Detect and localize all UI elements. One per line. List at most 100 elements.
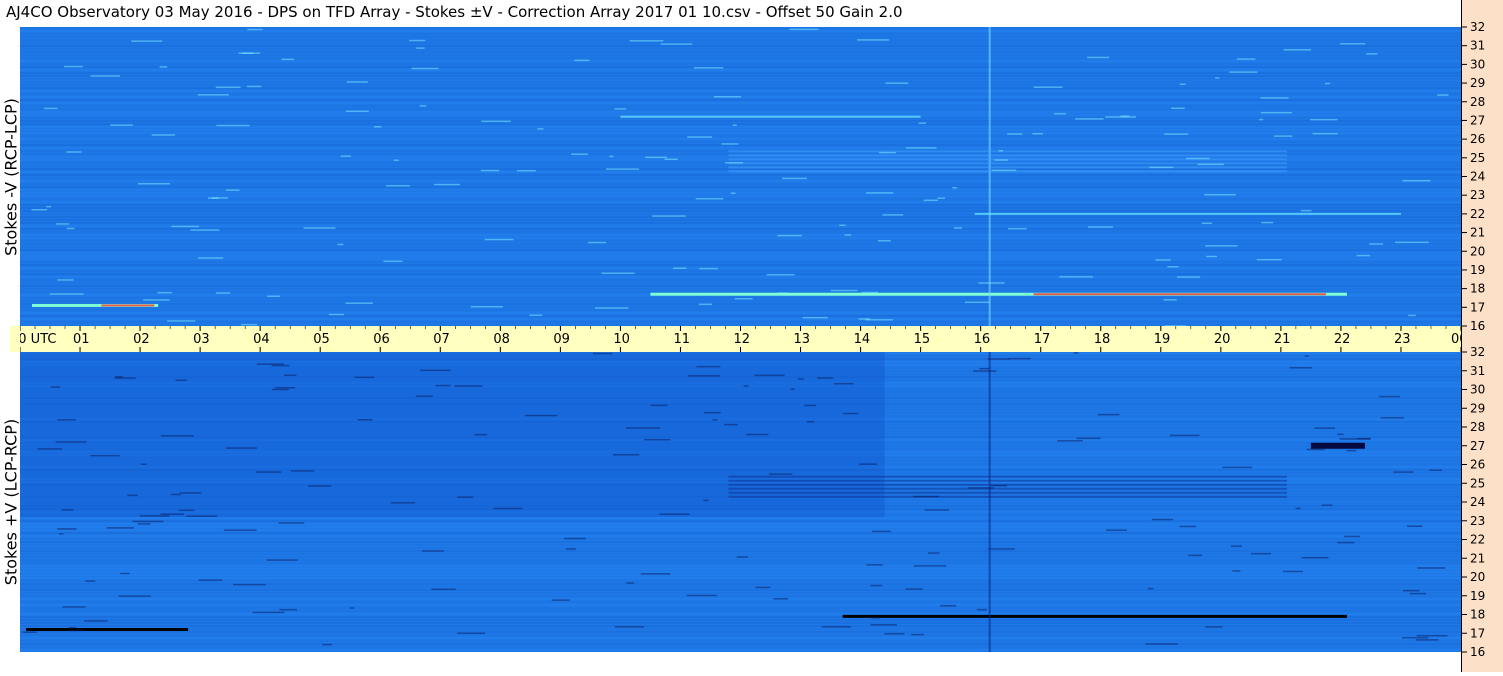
texture-band: [20, 601, 1461, 603]
texture-band: [20, 517, 1461, 519]
noise-speck: [830, 289, 858, 292]
noise-speck: [1346, 449, 1357, 452]
noise-speck: [340, 155, 351, 157]
texture-band: [20, 198, 1461, 200]
noise-speck: [64, 65, 83, 68]
noise-speck: [914, 565, 947, 567]
noise-speck: [1088, 226, 1113, 228]
texture-band: [20, 300, 1461, 302]
noise-speck: [1188, 554, 1203, 557]
noise-speck: [698, 303, 713, 306]
freq-tick-label: 30: [1470, 383, 1485, 397]
noise-speck: [937, 197, 945, 199]
noise-speck: [1300, 209, 1312, 212]
noise-speck: [856, 39, 890, 41]
texture-band: [20, 123, 1461, 125]
noise-speck: [609, 155, 614, 158]
noise-speck: [175, 379, 187, 382]
freq-tick-label: 18: [1470, 282, 1485, 296]
noise-speck: [1417, 567, 1446, 569]
noise-speck: [225, 447, 257, 449]
texture-band: [20, 526, 1461, 528]
noise-speck: [179, 492, 202, 494]
noise-speck: [49, 293, 84, 295]
noise-speck: [303, 227, 336, 229]
time-tick-label: 23: [1394, 332, 1411, 347]
noise-speck: [1205, 245, 1238, 247]
noise-speck: [987, 358, 1010, 360]
noise-speck: [571, 153, 588, 155]
noise-speck: [160, 513, 184, 515]
texture-band: [20, 267, 1461, 269]
noise-speck: [1366, 53, 1378, 55]
noise-speck: [913, 495, 940, 498]
texture-band: [20, 282, 1461, 284]
noise-speck: [131, 40, 163, 42]
noise-speck: [420, 369, 451, 372]
texture-band: [20, 78, 1461, 80]
time-axis: 00 UTC 01 02 03 04 05 06 07 08 09 10 11 12 13 14 15 16 17…: [10, 326, 1471, 352]
stripe-block-line: [728, 483, 1287, 486]
noise-speck: [1075, 118, 1104, 120]
freq-tick-label: 29: [1470, 76, 1485, 90]
noise-speck: [640, 573, 671, 575]
noise-speck: [1201, 222, 1213, 225]
texture-band: [20, 625, 1461, 627]
noise-speck: [69, 626, 76, 629]
noise-speck: [650, 404, 668, 407]
freq-tick-label: 31: [1470, 39, 1485, 53]
texture-band: [20, 30, 1461, 32]
noise-speck: [1008, 227, 1027, 230]
freq-tick-label: 16: [1470, 645, 1485, 659]
noise-speck: [664, 158, 678, 160]
texture-band: [20, 174, 1461, 176]
noise-speck: [1179, 525, 1197, 528]
time-tick-label: 00 UTC: [20, 332, 56, 347]
texture-band: [20, 33, 1461, 35]
texture-band: [20, 210, 1461, 212]
noise-speck: [419, 105, 427, 107]
texture-band: [20, 640, 1461, 642]
spectrogram-top: [20, 27, 1461, 326]
noise-speck: [143, 299, 170, 301]
noise-speck: [712, 419, 718, 421]
texture-band: [20, 610, 1461, 612]
noise-speck: [1437, 94, 1449, 96]
noise-speck: [197, 94, 229, 96]
noise-speck: [1395, 241, 1429, 244]
noise-speck: [349, 607, 355, 609]
noise-speck: [225, 189, 240, 191]
noise-speck: [416, 47, 425, 49]
noise-speck: [967, 487, 994, 489]
noise-speck: [870, 624, 897, 626]
stripe-block-line: [728, 495, 1287, 498]
noise-speck: [870, 584, 883, 587]
noise-speck: [1379, 395, 1401, 398]
noise-speck: [114, 377, 136, 379]
texture-band: [20, 42, 1461, 44]
time-tick-label: 11: [673, 332, 690, 347]
noise-speck: [1402, 179, 1431, 182]
noise-speck: [688, 375, 720, 377]
noise-speck: [211, 197, 229, 199]
texture-band: [20, 222, 1461, 224]
noise-speck: [991, 169, 1017, 172]
noise-speck: [480, 169, 500, 172]
noise-speck: [120, 572, 130, 575]
texture-band: [20, 258, 1461, 260]
noise-speck: [57, 419, 76, 421]
texture-band: [20, 228, 1461, 230]
noise-speck: [140, 463, 147, 466]
noise-speck: [952, 187, 958, 189]
spectrogram-bottom: [20, 352, 1461, 652]
stripe-block-line: [728, 150, 1287, 153]
time-tick-label: 12: [734, 332, 751, 347]
noise-speck: [911, 633, 924, 636]
noise-speck: [118, 595, 151, 597]
texture-band: [20, 547, 1461, 549]
texture-band: [20, 273, 1461, 275]
noise-speck: [167, 320, 196, 322]
time-tick-label: 07: [433, 332, 450, 347]
noise-speck: [357, 419, 373, 421]
noise-speck: [1106, 529, 1127, 531]
